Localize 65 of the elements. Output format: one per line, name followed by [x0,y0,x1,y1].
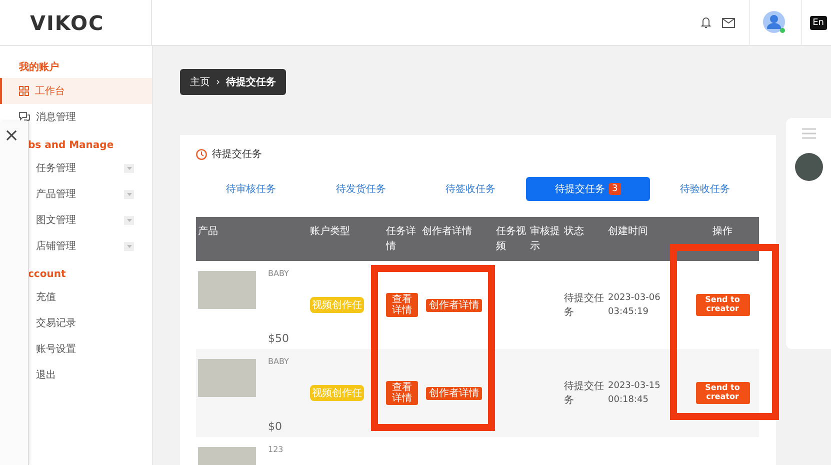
column-header: 任务视频 [496,226,526,252]
column-header: 操作 [712,226,732,237]
expand-icon[interactable] [124,164,134,172]
sidebar-item[interactable]: 消息管理 [0,104,152,130]
section-title: ccount [28,269,66,280]
avatar-placeholder[interactable] [794,153,822,181]
photo-placeholder [198,271,256,309]
photo-placeholder [198,359,256,397]
tab[interactable]: 待验收任务 [650,177,760,201]
expand-icon[interactable] [124,216,134,224]
product-price: $50 [268,332,289,345]
account-type-tag: 视频创作任 [310,385,364,401]
grid-icon [19,86,29,96]
product-name: BABY [268,357,289,366]
menu-icon[interactable] [802,128,816,139]
status-text: 待提交任务 [564,293,604,318]
detail-button[interactable]: 创作者详情 [426,298,482,312]
created-time: 2023-03-06 03:45:19 [608,292,662,319]
account-type-tag: 视频创作任 [310,297,364,313]
mail-icon[interactable] [722,18,735,28]
sidebar-item[interactable]: 任务管理 [28,155,152,181]
column-header: 账户类型 [310,226,350,237]
detail-button[interactable]: 查看详情 [386,293,418,317]
tab[interactable]: 待审核任务 [196,177,306,201]
chat-icon [19,112,30,122]
column-header: 审核提示 [530,226,560,252]
product-name: 123 [268,445,284,454]
column-header: 状态 [564,226,584,237]
sidebar-item[interactable]: 账号设置 [28,336,152,362]
sidebar-item[interactable]: 交易记录 [28,310,152,336]
tab[interactable]: 待签收任务 [416,177,526,201]
product-name: BABY [268,269,289,278]
status-text: 待提交任务 [564,381,604,406]
breadcrumb-separator: › [216,76,220,88]
detail-button[interactable]: 查看详情 [386,381,418,405]
column-header: 创建时间 [608,226,648,237]
count-badge: 3 [608,183,621,195]
column-header: 创作者详情 [422,226,472,237]
sidebar-item[interactable]: 产品管理 [28,181,152,207]
section-title: 我的账户 [19,60,59,74]
breadcrumb-link[interactable]: 待提交任务 [226,75,276,89]
sidebar-item[interactable]: 店铺管理 [28,233,152,259]
bell-icon[interactable] [700,16,712,29]
clock-icon [196,148,207,160]
breadcrumb-link[interactable]: 主页 [190,75,210,89]
tab[interactable]: 待提交任务 3 [526,177,650,201]
sidebar-item[interactable]: 退出 [28,362,152,388]
sidebar-item[interactable]: 图文管理 [28,207,152,233]
tab[interactable]: 待发货任务 [306,177,416,201]
column-header: 任务详情 [386,226,416,252]
logo[interactable]: VIKOC [30,10,104,34]
send-button[interactable]: Send to creator [696,382,750,404]
send-button[interactable]: Send to creator [696,294,750,316]
sidebar-item[interactable]: 充值 [28,284,152,310]
close-button[interactable]: × [4,127,20,145]
detail-button[interactable]: 创作者详情 [426,386,482,400]
expand-icon[interactable] [124,242,134,250]
created-time: 2023-03-15 00:18:45 [608,380,662,407]
card-title: 待提交任务 [212,148,262,161]
expand-icon[interactable] [124,190,134,198]
product-price: $0 [268,420,283,433]
language-button[interactable]: En [810,16,827,30]
column-header: 产品 [198,226,218,237]
section-title: bs and Manage [28,140,114,151]
avatar-icon[interactable] [763,10,788,34]
